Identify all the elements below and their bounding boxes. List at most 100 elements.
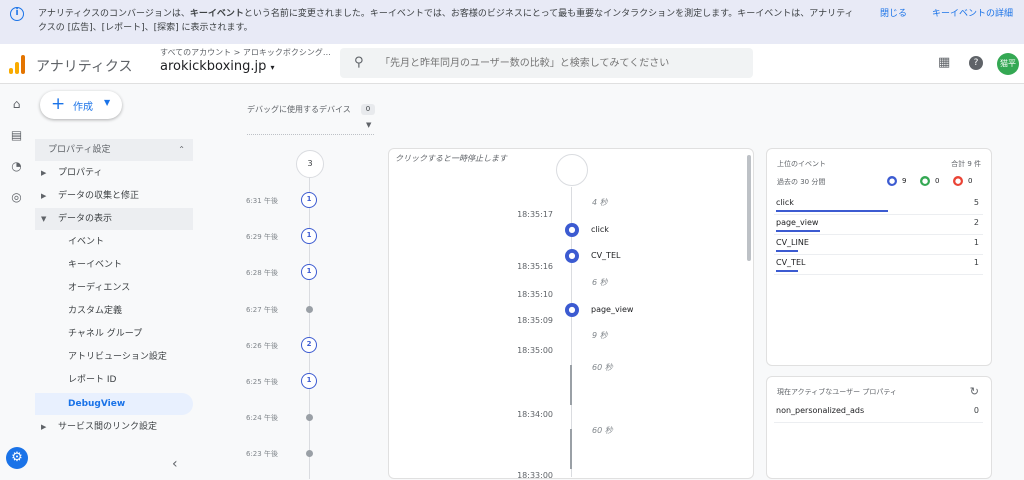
blue-count: 9 [902,177,907,185]
scrollbar[interactable] [747,155,751,261]
avatar[interactable]: 猫平 [997,53,1019,75]
nav-sub-custom-definitions[interactable]: カスタム定義 [35,300,193,322]
timeline-count-marker[interactable]: 2 [301,337,317,353]
stream-gap-bar [570,365,572,405]
timeline-empty-marker[interactable] [306,450,313,457]
help-icon[interactable]: ? [969,56,983,70]
nav-sub-channel-groups[interactable]: チャネル グループ [35,323,193,345]
conversion-event-icon: ● [920,176,930,186]
admin-gear-icon[interactable]: ⚙ [6,447,28,469]
chevron-up-icon: ⌃ [178,145,185,154]
reports-icon[interactable]: ▤ [9,128,24,143]
info-icon: i [10,7,24,21]
banner-text: アナリティクスのコンバージョンは、キーイベントという名前に変更されました。キーイ… [38,9,854,33]
user-property-name: non_personalized_ads [776,406,865,415]
timeline-count-marker[interactable]: 1 [301,264,317,280]
timeline-time: 6:29 午後 [246,233,278,241]
nav-sub-events[interactable]: イベント [35,231,193,253]
gap-label: 4 秒 [592,198,608,207]
chevron-down-icon[interactable]: ▼ [366,121,371,129]
top-event-row[interactable]: page_view 2 [774,215,983,235]
error-event-icon: ● [953,176,963,186]
user-event-icon: ● [565,223,579,237]
timeline-time: 6:28 午後 [246,269,278,277]
top-event-row[interactable]: click 5 [774,195,983,215]
gap-label: 9 秒 [592,331,608,340]
nav-sub-key-events[interactable]: キーイベント [35,254,193,276]
property-settings-header[interactable]: プロパティ設定 ⌃ [35,139,193,161]
timeline-empty-marker[interactable] [306,306,313,313]
stream-gap-bar [570,429,572,469]
create-button[interactable]: + 作成 ▼ [40,91,122,119]
user-event-icon: ● [887,176,897,186]
top-event-row[interactable]: CV_LINE 1 [774,235,983,255]
nav-sub-audiences[interactable]: オーディエンス [35,277,193,299]
event-stream-panel[interactable]: クリックすると一時停止します 4 秒 18:35:17 ● click ● CV… [388,148,754,480]
search-icon: ⚲ [354,55,364,70]
notification-banner: i アナリティクスのコンバージョンは、キーイベントという名前に変更されました。キ… [0,0,1024,44]
timeline-time: 6:26 午後 [246,342,278,350]
event-name[interactable]: page_view [591,305,633,314]
nav-item-data-display[interactable]: ▼ データの表示 [35,208,193,230]
timeline-current-count[interactable]: 3 [296,150,324,178]
explore-icon[interactable]: ◔ [9,159,24,174]
nav-item-property[interactable]: ▶ プロパティ [35,162,193,184]
orange-count: 0 [968,177,973,185]
search-input[interactable] [380,54,740,72]
timeline-count-marker[interactable]: 1 [301,192,317,208]
top-event-name: CV_TEL [776,258,806,267]
collapse-nav-icon[interactable]: ‹ [172,456,178,472]
gap-label: 6 秒 [592,278,608,287]
top-event-share-bar [776,250,798,252]
nav-sub-report-id[interactable]: レポート ID [35,369,193,391]
gap-label: 60 秒 [592,426,613,435]
app-name: アナリティクス [36,59,133,75]
user-property-row[interactable]: non_personalized_ads 0 [774,403,983,423]
history-icon[interactable]: ↻ [970,385,979,398]
device-select-underline[interactable] [247,134,374,135]
top-event-row[interactable]: CV_TEL 1 [774,255,983,275]
top-events-period: 過去の 30 分間 [777,178,826,186]
nav-item-data-collection[interactable]: ▶ データの収集と修正 [35,185,193,207]
top-event-count: 2 [973,218,979,227]
timeline-count-marker[interactable]: 1 [301,373,317,389]
key-event-details-link[interactable]: キーイベントの詳細 [932,7,1013,21]
user-properties-title: 現在アクティブなユーザー プロパティ [777,388,897,396]
plus-icon: + [51,94,66,114]
top-event-share-bar [776,270,798,272]
home-icon[interactable]: ⌂ [9,97,24,112]
timeline-empty-marker[interactable] [306,414,313,421]
expand-arrow-icon: ▶ [41,192,47,200]
chevron-down-icon: ▾ [270,63,275,72]
event-name[interactable]: CV_TEL [591,251,620,260]
user-properties-card: 現在アクティブなユーザー プロパティ ↻ non_personalized_ad… [766,376,992,479]
nav-sub-debugview[interactable]: DebugView [35,393,193,415]
top-events-title: 上位のイベント [777,160,826,168]
breadcrumb[interactable]: すべてのアカウント > アロキックボクシング… [160,47,331,58]
top-event-count: 5 [973,198,979,207]
left-rail: ⌂ ▤ ◔ ◎ [0,85,33,479]
close-banner-link[interactable]: 閉じる [880,7,907,21]
apps-grid-icon[interactable]: ▦ [938,55,950,70]
time-label: 18:34:00 [517,410,553,419]
collapse-arrow-icon: ▼ [41,215,47,223]
timeline-time: 6:24 午後 [246,414,278,422]
property-selector[interactable]: arokickboxing.jp ▾ [160,59,275,74]
time-label: 18:35:10 [517,290,553,299]
top-events-total: 合計 9 件 [951,160,981,168]
timeline-time: 6:23 午後 [246,450,278,458]
time-label: 18:35:17 [517,210,553,219]
nav-sub-attribution[interactable]: アトリビューション設定 [35,346,193,368]
pause-hint: クリックすると一時停止します [395,154,507,163]
event-name[interactable]: click [591,225,609,234]
top-event-count: 1 [973,258,979,267]
timeline-count-marker[interactable]: 1 [301,228,317,244]
timeline-time: 6:31 午後 [246,197,278,205]
advertising-icon[interactable]: ◎ [9,190,24,205]
user-event-icon: ● [565,249,579,263]
nav-item-service-links[interactable]: ▶ サービス間のリンク設定 [35,416,193,438]
search-bar[interactable]: ⚲ [340,48,753,78]
top-event-share-bar [776,210,888,212]
top-event-name: CV_LINE [776,238,809,247]
top-event-count: 1 [973,238,979,247]
